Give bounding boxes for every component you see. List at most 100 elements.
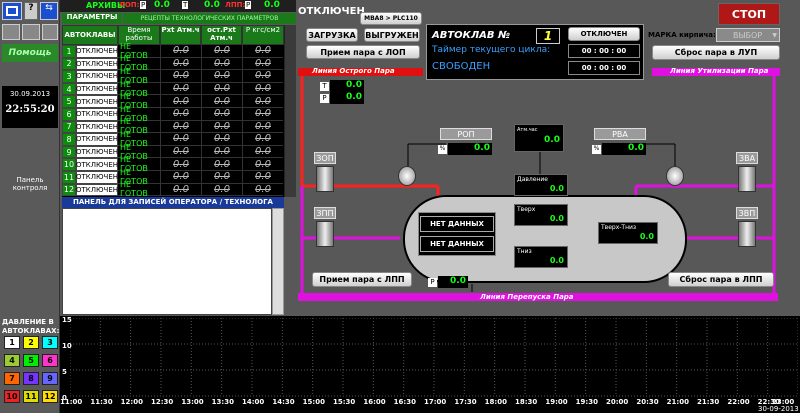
zva-valve-icon[interactable] — [738, 166, 756, 192]
settings-icon[interactable] — [42, 24, 58, 40]
pressure-button-10[interactable]: 10 — [4, 390, 20, 403]
row-number: 1 — [62, 45, 76, 58]
trend-x-label: 20:00 — [606, 398, 629, 406]
row-rest-pxt: 0.0 — [201, 108, 242, 121]
atm-hour-panel: Атм.час 0.0 — [514, 124, 564, 152]
pressure-button-12[interactable]: 12 — [42, 390, 58, 403]
row-state[interactable]: ОТКЛЮЧЕН — [76, 183, 118, 197]
pressure-button-6[interactable]: 6 — [42, 354, 58, 367]
row-state[interactable]: ОТКЛЮЧЕН — [76, 145, 118, 159]
help-info-icon[interactable]: ? — [24, 2, 38, 20]
stop-button[interactable]: СТОП — [718, 3, 780, 25]
trend-x-label: 21:30 — [697, 398, 720, 406]
table-row[interactable]: 1 ОТКЛЮЧЕН НЕ ГОТОВ 0.0 0.0 0.0 — [62, 42, 284, 60]
table-header: АВТОКЛАВЫ Время работы Pxt Атм.ч ост.Pxt… — [62, 25, 284, 45]
pressure-button-5[interactable]: 5 — [23, 354, 39, 367]
table-row[interactable]: 2 ОТКЛЮЧЕН НЕ ГОТОВ 0.0 0.0 0.0 — [62, 54, 284, 72]
state-box: ОТКЛЮЧЕН — [568, 27, 640, 41]
pressure-button-7[interactable]: 7 — [4, 372, 20, 385]
row-state[interactable]: ОТКЛЮЧЕН — [76, 70, 118, 83]
discharge-lpp-button[interactable]: Сброс пара в ЛПП — [668, 272, 774, 287]
zva-label: ЗВА — [736, 152, 758, 164]
logo-icon[interactable] — [2, 2, 22, 20]
row-state[interactable]: ОТКЛЮЧЕН — [76, 57, 118, 71]
rop-valve-icon[interactable] — [398, 166, 416, 186]
table-row[interactable]: 8 ОТКЛЮЧЕН НЕ ГОТОВ 0.0 0.0 0.0 — [62, 130, 284, 148]
rva-label: РВА — [594, 128, 646, 140]
row-pxt: 0.0 — [160, 108, 201, 121]
table-row[interactable]: 12 ОТКЛЮЧЕН НЕ ГОТОВ 0.0 0.0 0.0 — [62, 180, 284, 198]
table-scrollbar[interactable] — [284, 25, 296, 197]
row-pressure: 0.0 — [242, 57, 283, 71]
help-button[interactable]: Помощь — [2, 44, 58, 62]
zvp-label: ЗВП — [736, 207, 758, 219]
table-row[interactable]: 3 ОТКЛЮЧЕН НЕ ГОТОВ 0.0 0.0 0.0 — [62, 67, 284, 85]
computer-icon[interactable] — [2, 24, 20, 40]
row-ready: НЕ ГОТОВ — [118, 180, 160, 198]
trend-x-label: 20:30 — [636, 398, 659, 406]
row-state[interactable]: ОТКЛЮЧЕН — [76, 171, 118, 184]
no-data-2: НЕТ ДАННЫХ — [420, 236, 494, 252]
t-bottom-value: 0.0 — [549, 256, 564, 265]
pressure-button-3[interactable]: 3 — [42, 336, 58, 349]
status-label: ОТКЛЮЧЕН — [298, 6, 365, 17]
no-data-1: НЕТ ДАННЫХ — [420, 216, 494, 232]
zop-valve-icon[interactable] — [316, 166, 334, 192]
table-row[interactable]: 7 ОТКЛЮЧЕН НЕ ГОТОВ 0.0 0.0 0.0 — [62, 117, 284, 135]
receive-lpp-button[interactable]: Прием пара с ЛПП — [312, 272, 412, 287]
rop-pct-tag: % — [438, 145, 447, 154]
row-state[interactable]: ОТКЛЮЧЕН — [76, 158, 118, 171]
unload-button[interactable]: ВЫГРУЖЕН — [364, 28, 420, 42]
pressure-button-8[interactable]: 8 — [23, 372, 39, 385]
rva-value: 0.0 — [602, 143, 646, 155]
row-state[interactable]: ОТКЛЮЧЕН — [76, 108, 118, 121]
trend-date: 30-09-2013 — [758, 405, 799, 413]
row-state[interactable]: ОТКЛЮЧЕН — [76, 82, 118, 96]
table-row[interactable]: 10 ОТКЛЮЧЕН НЕ ГОТОВ 0.0 0.0 0.0 — [62, 155, 284, 173]
row-number: 10 — [62, 158, 76, 171]
trend-x-label: 17:00 — [424, 398, 447, 406]
pressure-button-11[interactable]: 11 — [23, 390, 39, 403]
trend-x-label: 14:00 — [242, 398, 265, 406]
receive-lop-button[interactable]: Прием пара с ЛОП — [306, 45, 420, 59]
trend-x-label: 14:30 — [272, 398, 295, 406]
load-button[interactable]: ЗАГРУЗКА — [306, 28, 358, 42]
row-pressure: 0.0 — [242, 171, 283, 184]
zvp-valve-icon[interactable] — [738, 221, 756, 247]
table-row[interactable]: 6 ОТКЛЮЧЕН НЕ ГОТОВ 0.0 0.0 0.0 — [62, 105, 284, 123]
pressure-button-1[interactable]: 1 — [4, 336, 20, 349]
table-row[interactable]: 11 ОТКЛЮЧЕН НЕ ГОТОВ 0.0 0.0 0.0 — [62, 168, 284, 186]
network-icon[interactable] — [22, 24, 40, 40]
brand-select[interactable]: ВЫБОР ▼ — [716, 28, 780, 42]
util-line-label: Линия Утилизации Пара — [670, 67, 769, 75]
lop-p-tag: P — [140, 1, 147, 9]
row-rest-pxt: 0.0 — [201, 158, 242, 171]
control-panel-label: Панель контроля — [12, 176, 48, 192]
row-state[interactable]: ОТКЛЮЧЕН — [76, 95, 118, 108]
plc-label: MBA8 > PLC110 — [360, 12, 422, 25]
notes-scrollbar[interactable] — [272, 208, 284, 315]
lop-t-value: 0.0 — [204, 0, 220, 10]
chevron-down-icon: ▼ — [772, 31, 777, 39]
pressure-button-9[interactable]: 9 — [42, 372, 58, 385]
rva-valve-icon[interactable] — [666, 166, 684, 186]
table-row[interactable]: 5 ОТКЛЮЧЕН НЕ ГОТОВ 0.0 0.0 0.0 — [62, 92, 284, 110]
pressure-button-4[interactable]: 4 — [4, 354, 20, 367]
row-rest-pxt: 0.0 — [201, 70, 242, 83]
table-row[interactable]: 4 ОТКЛЮЧЕН НЕ ГОТОВ 0.0 0.0 0.0 — [62, 80, 284, 98]
row-state[interactable]: ОТКЛЮЧЕН — [76, 133, 118, 146]
recipes-tab[interactable]: РЕЦЕПТЫ ТЕХНОЛОГИЧЕСКИХ ПАРАМЕТРОВ — [123, 13, 296, 24]
notes-textarea[interactable] — [62, 208, 272, 315]
row-state[interactable]: ОТКЛЮЧЕН — [76, 45, 118, 58]
trend-x-label: 12:30 — [151, 398, 174, 406]
zpp-valve-icon[interactable] — [316, 221, 334, 247]
header-rest-pxt: ост.Pxt Атм.ч — [201, 25, 242, 45]
params-tab[interactable]: ПАРАМЕТРЫ — [62, 13, 122, 24]
row-state[interactable]: ОТКЛЮЧЕН — [76, 120, 118, 134]
pressure-button-2[interactable]: 2 — [23, 336, 39, 349]
lpp-label: ЛПП: — [225, 1, 246, 9]
nav-arrows-icon[interactable]: ⇆ — [40, 2, 58, 20]
table-row[interactable]: 9 ОТКЛЮЧЕН НЕ ГОТОВ 0.0 0.0 0.0 — [62, 143, 284, 161]
discharge-lup-button[interactable]: Сброс пара в ЛУП — [652, 45, 780, 60]
trend-x-label: 16:00 — [363, 398, 386, 406]
